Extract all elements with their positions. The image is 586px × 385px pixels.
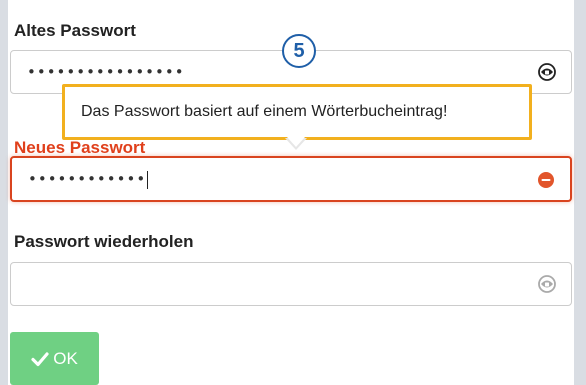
checkmark-icon (31, 351, 49, 366)
new-password-value: •••••••••••• (28, 170, 149, 189)
password-warning-tooltip: Das Passwort basiert auf einem Wörterbuc… (62, 84, 532, 140)
tooltip-text: Das Passwort basiert auf einem Wörterbuc… (81, 103, 448, 120)
text-caret (147, 170, 149, 189)
old-password-value: •••••••••••••••• (27, 63, 185, 81)
step-number-badge: 5 (282, 34, 316, 68)
new-password-label: Neues Passwort (14, 138, 146, 157)
old-password-label: Altes Passwort (14, 21, 136, 40)
new-password-dots: •••••••••••• (28, 170, 147, 188)
ok-button[interactable]: OK (10, 332, 99, 385)
password-visibility-icon[interactable] (537, 274, 557, 294)
error-icon (538, 172, 554, 188)
password-change-form: Altes Passwort •••••••••••••••• Neues Pa… (0, 0, 586, 385)
new-password-field[interactable]: •••••••••••• (10, 156, 572, 202)
ok-button-label: OK (53, 348, 78, 368)
tooltip-pointer-fill (287, 137, 305, 147)
password-visibility-icon[interactable] (537, 62, 557, 82)
repeat-password-field[interactable] (10, 262, 572, 306)
left-border (0, 0, 8, 385)
right-border (574, 0, 586, 385)
repeat-password-label: Passwort wiederholen (14, 232, 194, 251)
